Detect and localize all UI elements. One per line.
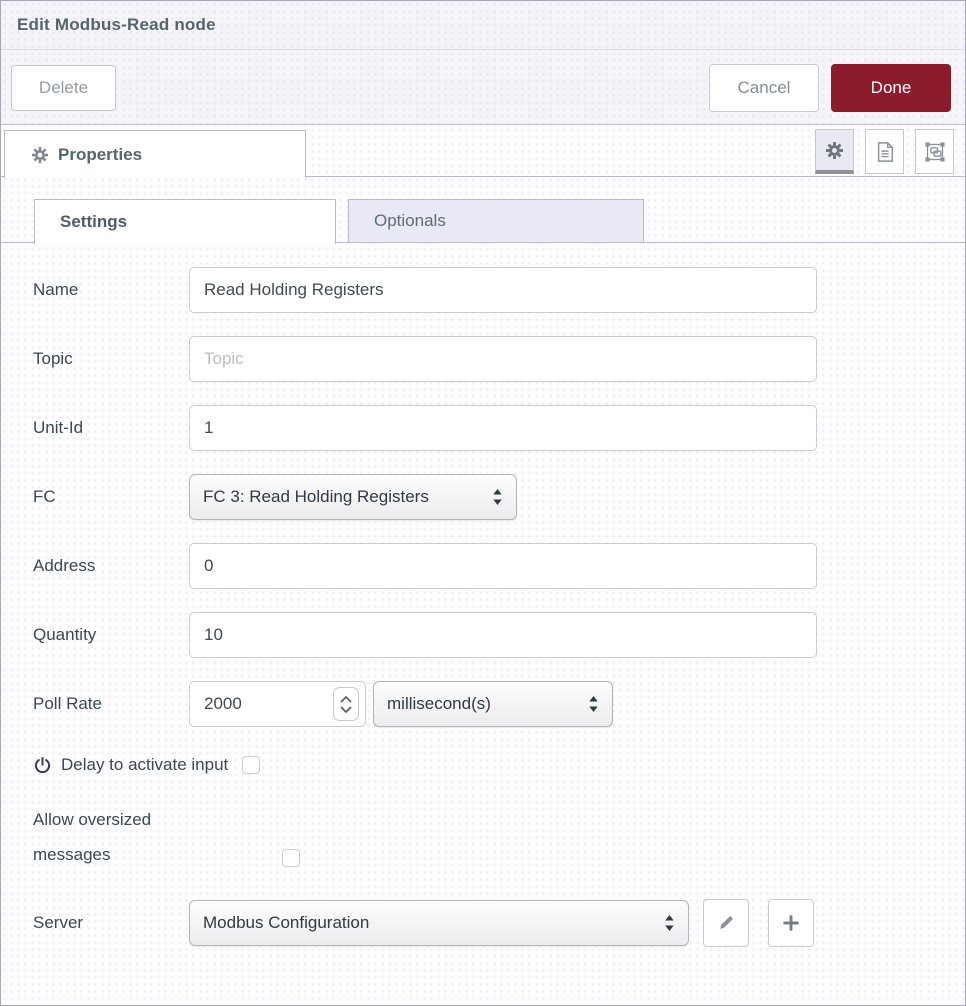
delay-checkbox[interactable] [242, 756, 260, 774]
unit-id-row: Unit-Id [33, 405, 965, 451]
properties-gear-button[interactable] [815, 129, 854, 174]
select-arrows-icon [578, 695, 599, 713]
unit-id-label: Unit-Id [33, 418, 189, 438]
editor-icon-buttons [815, 129, 954, 174]
fc-label: FC [33, 487, 189, 507]
delete-button[interactable]: Delete [11, 65, 116, 111]
poll-rate-unit-value: millisecond(s) [387, 694, 578, 714]
pencil-icon [717, 914, 735, 932]
gear-icon [32, 147, 48, 163]
document-icon [876, 142, 894, 162]
server-label: Server [33, 913, 189, 933]
stepper-arrows[interactable] [333, 687, 359, 721]
oversized-checkbox[interactable] [282, 849, 300, 867]
quantity-label: Quantity [33, 625, 189, 645]
address-input[interactable] [189, 543, 817, 589]
unit-id-input[interactable] [189, 405, 817, 451]
appearance-icon [925, 142, 945, 162]
select-arrows-icon [654, 914, 675, 932]
server-row: Server Modbus Configuration [33, 899, 965, 947]
fc-select[interactable]: FC 3: Read Holding Registers [189, 474, 517, 520]
done-button[interactable]: Done [831, 64, 951, 112]
poll-rate-unit-select[interactable]: millisecond(s) [373, 681, 613, 727]
oversized-label: Allow oversized messages [33, 802, 193, 872]
power-icon [33, 756, 52, 775]
dialog-title: Edit Modbus-Read node [17, 15, 216, 35]
poll-rate-label: Poll Rate [33, 694, 189, 714]
edit-server-button[interactable] [703, 899, 749, 947]
settings-form: Name Topic Unit-Id FC FC 3: Read Holding… [1, 243, 965, 727]
edit-modbus-read-dialog: Edit Modbus-Read node Delete Cancel Done… [0, 0, 966, 1006]
fc-select-value: FC 3: Read Holding Registers [203, 487, 482, 507]
server-section: Server Modbus Configuration [1, 899, 965, 947]
properties-tab-row: Properties [1, 125, 965, 177]
name-label: Name [33, 280, 189, 300]
dialog-content: Settings Optionals Name Topic Unit-Id FC… [1, 177, 965, 947]
cancel-button[interactable]: Cancel [709, 64, 819, 112]
gear-icon [826, 142, 843, 159]
select-arrows-icon [482, 488, 503, 506]
dialog-toolbar: Delete Cancel Done [1, 50, 965, 125]
quantity-input[interactable] [189, 612, 817, 658]
poll-rate-stepper [189, 681, 366, 727]
delay-label: Delay to activate input [61, 755, 228, 775]
tab-optionals[interactable]: Optionals [348, 199, 644, 243]
dialog-header: Edit Modbus-Read node [1, 1, 965, 50]
poll-rate-row: Poll Rate millisecond(s) [33, 681, 965, 727]
oversized-row: Allow oversized messages [33, 802, 965, 872]
tab-settings[interactable]: Settings [34, 199, 336, 244]
server-select-value: Modbus Configuration [203, 913, 654, 933]
delay-row: Delay to activate input [33, 755, 965, 775]
add-server-button[interactable] [768, 899, 814, 947]
tab-properties[interactable]: Properties [4, 130, 306, 178]
tab-properties-label: Properties [58, 145, 142, 165]
name-row: Name [33, 267, 965, 313]
address-row: Address [33, 543, 965, 589]
name-input[interactable] [189, 267, 817, 313]
fc-row: FC FC 3: Read Holding Registers [33, 474, 965, 520]
address-label: Address [33, 556, 189, 576]
plus-icon [782, 914, 800, 932]
topic-label: Topic [33, 349, 189, 369]
quantity-row: Quantity [33, 612, 965, 658]
description-button[interactable] [865, 129, 904, 174]
topic-row: Topic [33, 336, 965, 382]
settings-tab-bar: Settings Optionals [1, 199, 965, 243]
server-select[interactable]: Modbus Configuration [189, 900, 689, 946]
topic-input[interactable] [189, 336, 817, 382]
appearance-button[interactable] [915, 129, 954, 174]
